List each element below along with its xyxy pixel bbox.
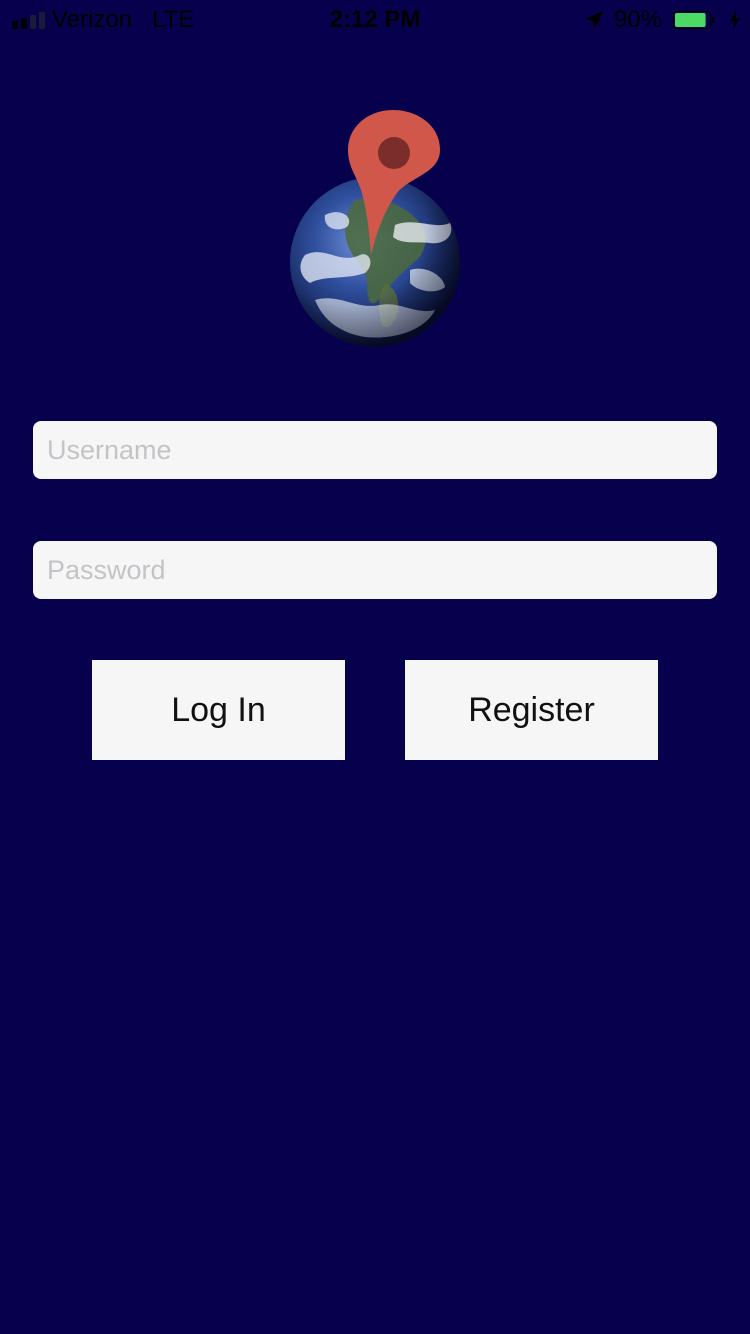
password-input[interactable] [33, 541, 717, 599]
login-button-label: Log In [171, 690, 266, 729]
location-arrow-icon [585, 11, 603, 29]
register-button-label: Register [468, 690, 595, 729]
register-button[interactable]: Register [405, 660, 658, 760]
status-bar: Verizon LTE 2:12 PM 90% [0, 0, 750, 40]
login-screen: Verizon LTE 2:12 PM 90% Username Log In … [0, 0, 750, 1334]
login-button[interactable]: Log In [92, 660, 345, 760]
app-logo [290, 110, 460, 347]
battery-icon [673, 11, 714, 29]
charging-bolt-icon [730, 10, 740, 30]
battery-percent: 90% [614, 6, 663, 33]
username-input[interactable] [33, 421, 717, 479]
